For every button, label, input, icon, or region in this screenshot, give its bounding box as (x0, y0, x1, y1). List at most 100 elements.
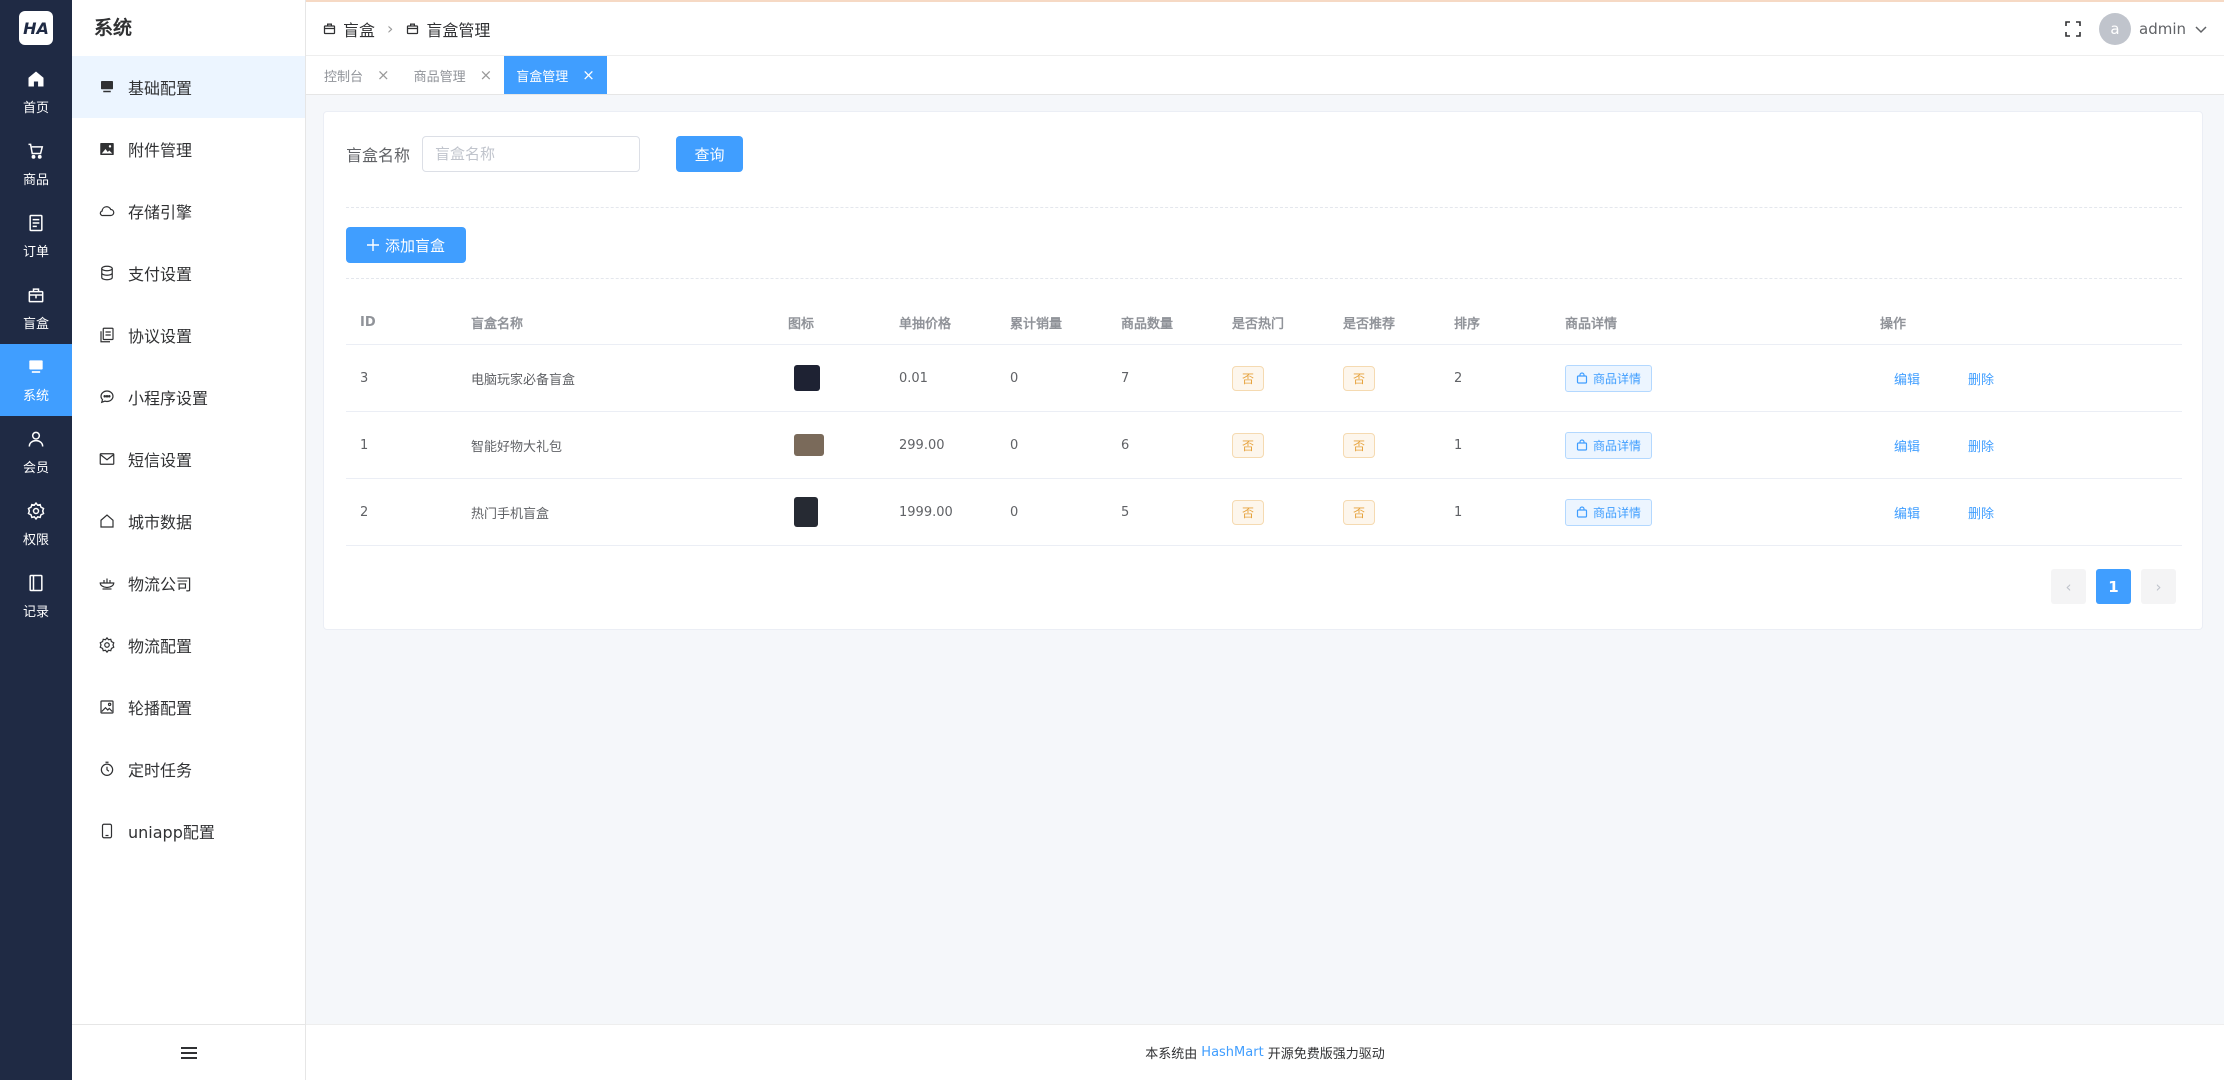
logo[interactable]: HA (0, 0, 72, 56)
cell-name: 电脑玩家必备盲盒 (471, 372, 576, 388)
cell-icon (774, 434, 885, 456)
cell-price: 1999.00 (899, 504, 953, 520)
goods-detail-button[interactable]: 商品详情 (1565, 431, 1653, 459)
fullscreen-icon[interactable] (2065, 20, 2081, 37)
sidebar-item-uniapp-config[interactable]: uniapp配置 (72, 800, 305, 862)
goods-detail-label: 商品详情 (1593, 505, 1642, 520)
gear-icon (27, 501, 45, 520)
rail-item-record[interactable]: 记录 (0, 560, 72, 632)
plus-icon (366, 239, 379, 251)
rail-item-member[interactable]: 会员 (0, 416, 72, 488)
rail-item-system[interactable]: 系统 (0, 344, 72, 416)
sidebar-item-carousel[interactable]: 轮播配置 (72, 676, 305, 738)
sidebar-item-logistics-config[interactable]: 物流配置 (72, 614, 305, 676)
house-icon (100, 514, 114, 528)
sidebar-item-label: 协议设置 (128, 327, 193, 346)
prev-page-button[interactable]: ‹ (2051, 569, 2086, 604)
page-number-button[interactable]: 1 (2096, 569, 2131, 604)
rail-item-order[interactable]: 订单 (0, 200, 72, 272)
sidebar-item-label: 短信设置 (128, 451, 193, 470)
status-badge: 否 (1343, 432, 1376, 458)
sidebar-item-payment[interactable]: 支付设置 (72, 242, 305, 304)
tab-goods-management[interactable]: 商品管理 × (402, 56, 505, 94)
sidebar-item-label: 小程序设置 (128, 389, 209, 408)
column-header: 操作 (1880, 316, 1907, 332)
cell-recommend: 否 (1329, 499, 1440, 525)
sidebar-item-label: 物流公司 (128, 575, 193, 594)
blindbox-thumbnail[interactable] (794, 434, 824, 456)
chevron-down-icon (2195, 25, 2207, 33)
chevron-right-icon: › (387, 19, 394, 38)
cell-hot: 否 (1218, 499, 1329, 525)
rail-item-home[interactable]: 首页 (0, 56, 72, 128)
next-page-button[interactable]: › (2141, 569, 2176, 604)
table-row: 2 热门手机盲盒 1999.00 0 5 否 否 1 商品详情 编辑 删除 (346, 479, 2182, 546)
column-header: 商品数量 (1121, 316, 1174, 332)
query-button[interactable]: 查询 (676, 136, 744, 172)
edit-button[interactable]: 编辑 (1894, 440, 1920, 455)
add-blindbox-button[interactable]: 添加盲盒 (346, 227, 466, 263)
column-header: 商品详情 (1565, 316, 1618, 332)
tab-label: 控制台 (324, 69, 364, 85)
sidebar-item-miniprogram[interactable]: 小程序设置 (72, 366, 305, 428)
goods-detail-button[interactable]: 商品详情 (1565, 364, 1653, 392)
cell-id: 3 (360, 370, 369, 386)
status-badge: 否 (1232, 432, 1265, 458)
edit-button[interactable]: 编辑 (1894, 373, 1920, 388)
sidebar-item-scheduled-tasks[interactable]: 定时任务 (72, 738, 305, 800)
cell-quantity: 7 (1121, 370, 1130, 386)
cell-operations: 编辑 删除 (1866, 436, 2166, 455)
table-row: 3 电脑玩家必备盲盒 0.01 0 7 否 否 2 商品详情 编辑 删除 (346, 345, 2182, 412)
rail-item-label: 盲盒 (22, 316, 49, 332)
rail-item-label: 订单 (22, 244, 49, 260)
sidebar-item-city-data[interactable]: 城市数据 (72, 490, 305, 552)
rail-item-blindbox[interactable]: 盲盒 (0, 272, 72, 344)
collapse-sidebar-button[interactable] (72, 1024, 305, 1080)
close-icon[interactable]: × (377, 66, 390, 84)
sidebar-item-basic-config[interactable]: 基础配置 (72, 56, 305, 118)
image-icon (100, 143, 114, 155)
tab-dashboard[interactable]: 控制台 × (312, 56, 402, 94)
rail-item-label: 权限 (22, 532, 49, 548)
delete-button[interactable]: 删除 (1968, 507, 1994, 522)
rail-item-label: 记录 (22, 604, 49, 620)
close-icon[interactable]: × (582, 66, 595, 84)
column-header: 单抽价格 (899, 316, 952, 332)
column-header: ID (360, 314, 376, 330)
sidebar-item-label: 附件管理 (128, 141, 193, 160)
edit-button[interactable]: 编辑 (1894, 507, 1920, 522)
tabs-bar: 控制台 × 商品管理 × 盲盒管理 × (306, 56, 2224, 95)
delete-button[interactable]: 删除 (1968, 373, 1994, 388)
cell-detail: 商品详情 (1551, 364, 1866, 392)
blindbox-thumbnail[interactable] (794, 497, 818, 527)
user-menu[interactable]: a admin (2099, 12, 2208, 45)
blindbox-name-input[interactable] (422, 136, 641, 172)
sidebar-item-agreement[interactable]: 协议设置 (72, 304, 305, 366)
sidebar-item-sms[interactable]: 短信设置 (72, 428, 305, 490)
table-header: ID 盲盒名称 图标 单抽价格 累计销量 商品数量 是否热门 是否推荐 排序 商… (346, 300, 2182, 345)
footer: 本系统由 HashMart 开源免费版强力驱动 (306, 1024, 2224, 1080)
close-icon[interactable]: × (480, 66, 493, 84)
blindbox-thumbnail[interactable] (794, 365, 820, 391)
pagination: ‹ 1 › (2051, 569, 2176, 604)
cell-recommend: 否 (1329, 365, 1440, 391)
goods-detail-button[interactable]: 商品详情 (1565, 498, 1653, 526)
chat-icon (100, 390, 114, 404)
stopwatch-icon (100, 761, 114, 776)
sidebar-item-attachments[interactable]: 附件管理 (72, 118, 305, 180)
breadcrumb-item[interactable]: 盲盒 (343, 17, 375, 41)
cell-sort: 2 (1454, 370, 1463, 386)
home-icon (28, 71, 44, 86)
delete-button[interactable]: 删除 (1968, 440, 1994, 455)
rail-item-goods[interactable]: 商品 (0, 128, 72, 200)
rail-item-permission[interactable]: 权限 (0, 488, 72, 560)
sidebar-item-label: 城市数据 (128, 513, 193, 532)
search-form: 盲盒名称 查询 (346, 136, 744, 172)
gift-box-icon (407, 23, 419, 35)
shopping-bag-icon (1576, 506, 1588, 518)
cell-name: 智能好物大礼包 (471, 439, 563, 455)
sidebar-item-storage[interactable]: 存储引擎 (72, 180, 305, 242)
sidebar-item-logistics-company[interactable]: 物流公司 (72, 552, 305, 614)
hashmart-link[interactable]: HashMart (1201, 1045, 1263, 1060)
tab-blindbox-management[interactable]: 盲盒管理 × (504, 56, 607, 94)
